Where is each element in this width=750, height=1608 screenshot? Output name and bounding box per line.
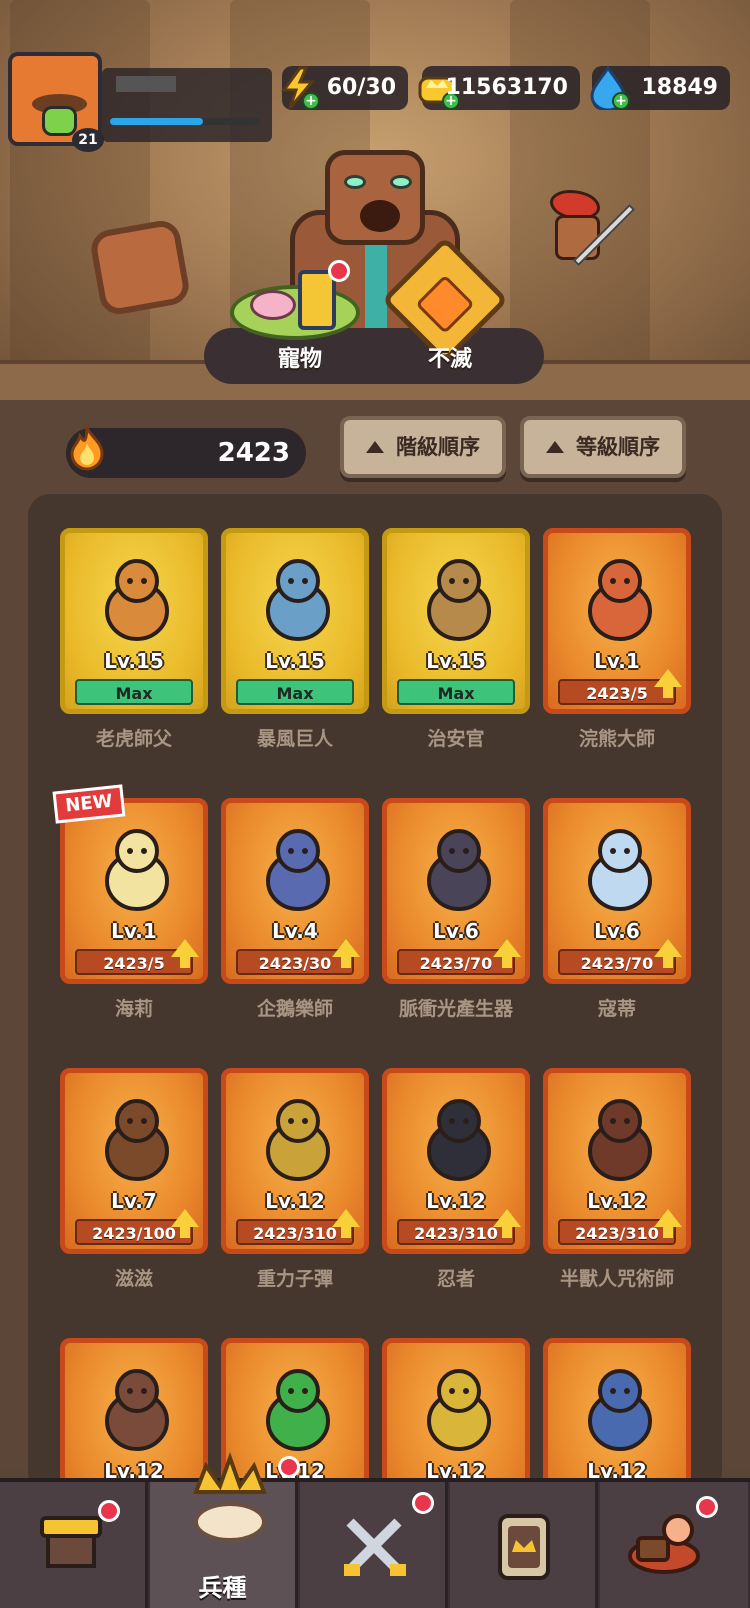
add-energy-icon[interactable]: +	[302, 92, 320, 110]
unit-name: 忍者	[436, 1268, 475, 1290]
axolotl-icon	[250, 290, 296, 320]
unit-name: 滋滋	[114, 1268, 153, 1290]
unit-portrait	[580, 1093, 660, 1183]
unit-portrait	[419, 553, 499, 643]
energy-value: 60/30	[326, 75, 396, 100]
shop-stall-icon	[40, 1516, 102, 1568]
unit-card[interactable]: Lv.6 2423/70	[382, 798, 530, 984]
upgrade-arrow-icon[interactable]	[171, 939, 199, 968]
unit-portrait	[580, 1363, 660, 1453]
sort-by-level-button[interactable]: 等級順序	[520, 416, 686, 478]
nav-troops-tab[interactable]: 兵種	[150, 1452, 300, 1608]
events-notification-dot	[696, 1496, 718, 1518]
upgrade-arrow-icon[interactable]	[654, 669, 682, 698]
unit-card[interactable]: Lv.6 2423/70	[543, 798, 691, 984]
player-name-bar	[102, 68, 272, 142]
unit-name: 老虎師父	[95, 728, 172, 750]
sort-by-rank-button[interactable]: 階級順序	[340, 416, 506, 478]
upgrade-arrow-icon[interactable]	[493, 939, 521, 968]
unit-card[interactable]: Lv.1 2423/5	[543, 528, 691, 714]
unit-level: Lv.15	[265, 649, 325, 673]
nav-troops-label: 兵種	[198, 1574, 247, 1602]
pet-notification-dot	[328, 260, 350, 282]
gold-value: 11563170	[445, 75, 568, 100]
gem-counter[interactable]: + 18849	[590, 66, 730, 110]
upgrade-arrow-icon[interactable]	[332, 939, 360, 968]
unit-name: 寇蒂	[597, 998, 636, 1020]
nav-events-tab[interactable]	[600, 1482, 748, 1608]
unit-card[interactable]: Lv.4 2423/30	[221, 798, 369, 984]
unit-name: 治安官	[427, 728, 485, 750]
energy-counter[interactable]: + 60/30	[281, 66, 408, 110]
unit-portrait	[580, 553, 660, 643]
unit-portrait	[97, 1093, 177, 1183]
player-level-badge: 21	[72, 128, 104, 152]
unit-level: Lv.15	[426, 649, 486, 673]
unit-portrait	[419, 1093, 499, 1183]
crown-card-icon	[498, 1514, 550, 1580]
unit-level: Lv.15	[104, 649, 164, 673]
crown-icon	[193, 1452, 267, 1542]
gold-counter[interactable]: + 11563170	[418, 66, 580, 110]
unit-portrait	[97, 1363, 177, 1453]
nav-shop-tab[interactable]	[0, 1482, 148, 1608]
total-power-value: 2423	[217, 438, 290, 468]
unit-card[interactable]: Lv.12 2423/310	[543, 1068, 691, 1254]
nav-battle-tab[interactable]	[300, 1482, 448, 1608]
add-gem-icon[interactable]: +	[612, 92, 630, 110]
xp-bar	[110, 118, 260, 125]
shop-notification-dot	[98, 1500, 120, 1522]
upgrade-arrow-icon[interactable]	[332, 1209, 360, 1238]
pet-island-icon	[230, 285, 360, 340]
triangle-up-icon	[366, 441, 384, 453]
unit-portrait	[419, 1363, 499, 1453]
sort-rank-label: 階級順序	[396, 435, 480, 459]
upgrade-arrow-icon[interactable]	[171, 1209, 199, 1238]
unit-card[interactable]: Lv.12 2423/310	[221, 1068, 369, 1254]
upgrade-arrow-icon[interactable]	[654, 939, 682, 968]
stone-fist-decoration	[88, 217, 192, 318]
sort-level-label: 等級順序	[576, 435, 660, 459]
immortal-button[interactable]: 不滅	[400, 340, 500, 380]
unit-name: 重力子彈	[256, 1268, 333, 1290]
unit-portrait	[258, 553, 338, 643]
unit-name: 暴風巨人	[256, 728, 333, 750]
lantern-icon	[298, 270, 336, 330]
unit-max-badge: Max	[236, 679, 354, 705]
unit-portrait	[97, 553, 177, 643]
fire-icon	[70, 424, 104, 471]
unit-name: 半獸人咒術師	[559, 1268, 674, 1290]
unit-name: 浣熊大師	[578, 728, 655, 750]
unit-max-badge: Max	[75, 679, 193, 705]
troops-notification-dot	[278, 1456, 300, 1478]
nav-cards-tab[interactable]	[450, 1482, 598, 1608]
unit-card[interactable]: Lv.7 2423/100	[60, 1068, 208, 1254]
unit-name: 脈衝光產生器	[398, 998, 513, 1020]
unit-max-badge: Max	[397, 679, 515, 705]
gem-value: 18849	[641, 75, 718, 100]
unit-portrait	[97, 823, 177, 913]
treasure-pile-icon	[628, 1514, 700, 1574]
unit-card[interactable]: Lv.15 Max	[382, 528, 530, 714]
triangle-up-icon	[546, 441, 564, 453]
unit-portrait	[419, 823, 499, 913]
unit-name: 海莉	[114, 998, 153, 1020]
unit-portrait	[580, 823, 660, 913]
battle-notification-dot	[412, 1492, 434, 1514]
pet-button[interactable]: 寵物	[250, 340, 350, 380]
unit-card[interactable]: Lv.15 Max	[60, 528, 208, 714]
unit-card[interactable]: Lv.12 2423/310	[382, 1068, 530, 1254]
xp-bar-fill	[110, 118, 203, 125]
unit-portrait	[258, 1093, 338, 1183]
unit-card[interactable]: Lv.1 2423/5	[60, 798, 208, 984]
upgrade-arrow-icon[interactable]	[654, 1209, 682, 1238]
unit-portrait	[258, 823, 338, 913]
player-name-redacted	[116, 76, 176, 92]
crossed-swords-icon	[344, 1518, 406, 1576]
unit-portrait	[258, 1363, 338, 1453]
unit-card[interactable]: Lv.15 Max	[221, 528, 369, 714]
upgrade-arrow-icon[interactable]	[493, 1209, 521, 1238]
unit-name: 企鵝樂師	[256, 998, 333, 1020]
